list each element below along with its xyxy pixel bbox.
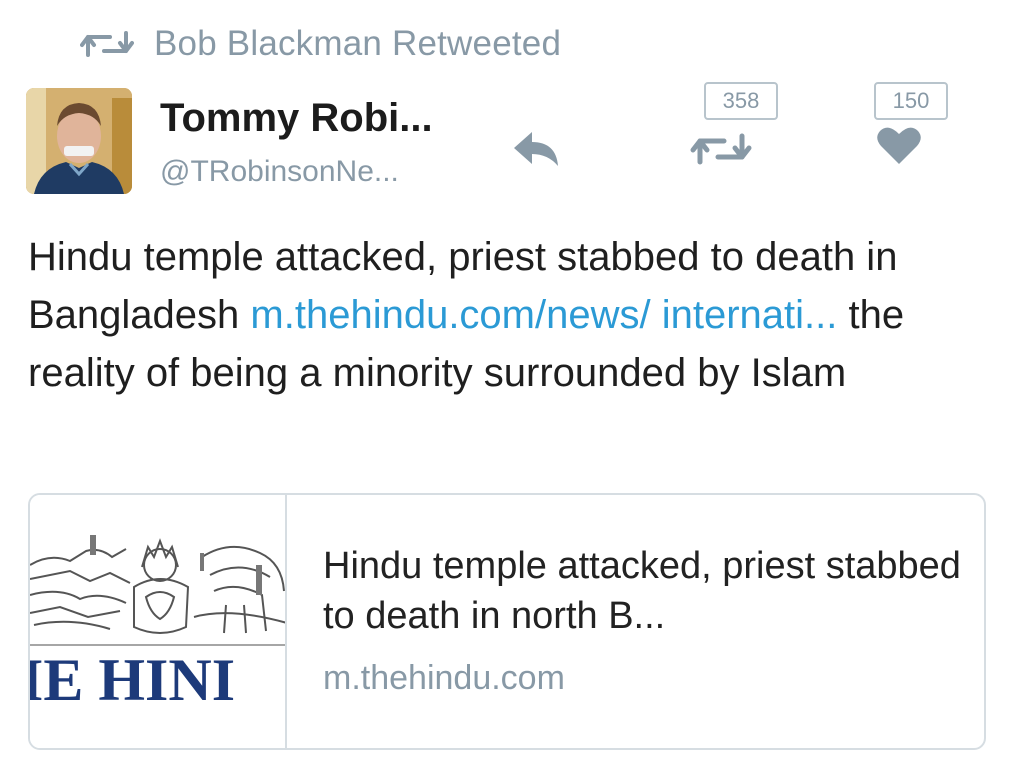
card-title[interactable]: Hindu temple attacked, priest stabbed to… — [323, 541, 963, 641]
author-name[interactable]: Tommy Robi... — [160, 96, 433, 141]
retweet-icon — [80, 29, 134, 59]
reply-icon — [514, 132, 558, 166]
tweet-text: Hindu temple attacked, priest stabbed to… — [28, 228, 988, 402]
retweet-icon — [690, 133, 752, 165]
the-hindu-masthead: IE HINI — [30, 535, 285, 713]
retweeted-by-label[interactable]: Bob Blackman Retweeted — [154, 24, 561, 64]
card-body: Hindu temple attacked, priest stabbed to… — [287, 495, 984, 748]
tweet-link[interactable]: m.thehindu.com/news/ internati... — [250, 293, 837, 337]
retweet-context: Bob Blackman Retweeted — [80, 22, 561, 66]
masthead-text: IE HINI — [30, 647, 235, 713]
card-domain: m.thehindu.com — [323, 659, 565, 697]
reply-button[interactable] — [510, 128, 562, 168]
like-button[interactable] — [876, 124, 922, 166]
retweet-button[interactable] — [690, 132, 752, 166]
heart-icon — [877, 127, 921, 164]
tweet-screenshot: Bob Blackman Retweeted Tommy Robi... @TR… — [0, 0, 1009, 767]
link-card[interactable]: IE HINI Hindu temple attacked, priest st… — [28, 493, 986, 750]
retweet-count: 358 — [704, 82, 778, 120]
avatar[interactable] — [26, 88, 132, 194]
like-count: 150 — [874, 82, 948, 120]
author-handle[interactable]: @TRobinsonNe... — [160, 155, 399, 189]
card-thumbnail: IE HINI — [30, 495, 287, 748]
